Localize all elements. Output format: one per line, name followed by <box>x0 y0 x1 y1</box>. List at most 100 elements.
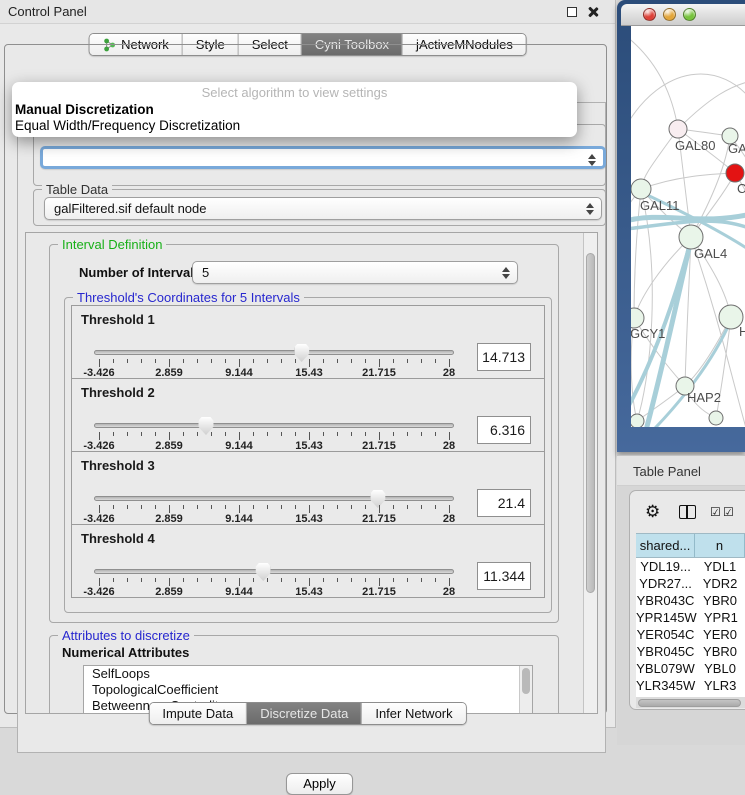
tick-mark <box>323 505 324 509</box>
attribute-list-item[interactable]: SelfLoops <box>84 666 532 682</box>
table-row[interactable]: YPR145WYPR1 <box>636 609 745 626</box>
gear-icon[interactable]: ⚙ <box>645 502 660 522</box>
table-horizontal-scrollbar[interactable] <box>636 697 745 708</box>
tick-mark <box>99 505 100 513</box>
tick-mark <box>323 359 324 363</box>
table-cell: YDL1 <box>695 558 745 575</box>
bottom-tab-bar: Impute DataDiscretize DataInfer Network <box>148 702 466 725</box>
column-header[interactable]: n <box>695 534 745 557</box>
threshold-box: Threshold 3-3.4262.8599.14415.4321.71528… <box>71 451 545 525</box>
checkbox-icon[interactable]: ☑ <box>723 505 734 519</box>
slider-track[interactable] <box>94 423 454 428</box>
table-row[interactable]: YER054CYER0 <box>636 626 745 643</box>
tick-mark <box>113 359 114 363</box>
tick-mark <box>239 432 240 440</box>
slider-track[interactable] <box>94 496 454 501</box>
table-cell: YLR345W <box>636 677 695 694</box>
table-row[interactable]: YBL079WYBL0 <box>636 660 745 677</box>
network-graph[interactable]: GAL80GACGAL11GAL4GCY1HHAP2 <box>631 26 745 427</box>
interval-definition-label: Interval Definition <box>58 237 166 252</box>
close-traffic-light[interactable] <box>643 8 656 21</box>
tick-mark <box>435 578 436 582</box>
algorithm-option[interactable]: Equal Width/Frequency Discretization <box>12 118 577 134</box>
tick-mark <box>183 505 184 509</box>
zoom-traffic-light[interactable] <box>683 8 696 21</box>
algorithm-option[interactable]: Manual Discretization <box>12 102 577 118</box>
tick-mark <box>169 359 170 367</box>
tick-mark <box>379 359 380 367</box>
tick-mark <box>281 432 282 436</box>
tick-mark <box>393 578 394 582</box>
slider-track[interactable] <box>94 569 454 574</box>
apply-button[interactable]: Apply <box>286 773 353 795</box>
table-row[interactable]: YBR043CYBR0 <box>636 592 745 609</box>
slider-ticks <box>99 432 449 440</box>
table-data-combo[interactable]: galFiltered.sif default node <box>44 197 602 220</box>
tick-mark <box>155 432 156 436</box>
slider-tick-labels: -3.4262.8599.14415.4321.71528 <box>99 586 449 597</box>
network-canvas[interactable]: GAL80GACGAL11GAL4GCY1HHAP2 <box>631 26 745 427</box>
slider-track[interactable] <box>94 350 454 355</box>
float-window-icon[interactable] <box>567 7 577 17</box>
algorithm-combo[interactable] <box>40 146 606 169</box>
table-row[interactable]: YBR045CYBR0 <box>636 643 745 660</box>
table-row[interactable]: YLR345WYLR3 <box>636 677 745 694</box>
tick-mark <box>393 432 394 436</box>
tick-mark <box>197 432 198 436</box>
tick-mark <box>295 359 296 363</box>
tick-mark <box>225 359 226 363</box>
tick-mark <box>127 359 128 363</box>
settings-scroll-viewport: Interval Definition Number of Intervals … <box>25 232 598 714</box>
tick-mark <box>253 578 254 582</box>
tab-impute-data[interactable]: Impute Data <box>149 703 246 724</box>
tick-mark <box>99 432 100 440</box>
scrollbar-thumb[interactable] <box>586 253 595 593</box>
tick-mark <box>155 359 156 363</box>
checkbox-icon[interactable]: ☑ <box>710 505 721 519</box>
network-view-window: GAL80GACGAL11GAL4GCY1HHAP2 <box>617 0 745 452</box>
tick-mark <box>225 432 226 436</box>
tick-mark <box>267 578 268 582</box>
tick-mark <box>183 432 184 436</box>
column-header[interactable]: shared... <box>636 534 695 557</box>
tick-mark <box>113 432 114 436</box>
split-columns-icon[interactable] <box>679 505 696 519</box>
combo-arrows-icon <box>585 202 594 216</box>
tick-mark <box>337 432 338 436</box>
tab-content-panel: Discretization Algorithm Table Data galF… <box>4 44 607 714</box>
table-panel-title: Table Panel <box>633 464 701 479</box>
svg-text:GA: GA <box>728 141 745 156</box>
tab-infer-network[interactable]: Infer Network <box>361 703 465 724</box>
tick-mark <box>407 359 408 363</box>
viewport-scrollbar[interactable] <box>583 233 597 713</box>
threshold-value-field[interactable]: 14.713 <box>477 343 531 371</box>
table-cell: YPR1 <box>697 609 745 626</box>
number-of-intervals-combo[interactable]: 5 <box>192 261 518 284</box>
node-attribute-table[interactable]: shared...n YDL19...YDL1YDR27...YDR2YBR04… <box>636 533 745 707</box>
threshold-value-field[interactable]: 21.4 <box>477 489 531 517</box>
algorithm-placeholder: Select algorithm to view settings <box>12 85 577 102</box>
table-row[interactable]: YDL19...YDL1 <box>636 558 745 575</box>
attribute-list-item[interactable]: TopologicalCoefficient <box>84 682 532 698</box>
close-icon[interactable] <box>587 6 599 18</box>
slider-tick-labels: -3.4262.8599.14415.4321.71528 <box>99 513 449 524</box>
tick-mark <box>183 578 184 582</box>
scrollbar-thumb[interactable] <box>638 699 741 707</box>
tick-mark <box>239 505 240 513</box>
slider-ticks <box>99 505 449 513</box>
tick-mark <box>449 505 450 513</box>
table-cell: YER054C <box>636 626 695 643</box>
table-panel-header: Table Panel <box>617 455 745 486</box>
attributes-scrollbar[interactable] <box>519 666 532 714</box>
threshold-value-field[interactable]: 6.316 <box>477 416 531 444</box>
tick-mark <box>435 359 436 363</box>
threshold-list: Threshold 1-3.4262.8599.14415.4321.71528… <box>71 305 545 598</box>
tab-discretize-data[interactable]: Discretize Data <box>246 703 361 724</box>
threshold-value-field[interactable]: 11.344 <box>477 562 531 590</box>
tick-mark <box>365 578 366 582</box>
scrollbar-thumb[interactable] <box>522 668 530 694</box>
tick-mark <box>449 578 450 586</box>
tick-mark <box>225 505 226 509</box>
minimize-traffic-light[interactable] <box>663 8 676 21</box>
table-row[interactable]: YDR27...YDR2 <box>636 575 745 592</box>
